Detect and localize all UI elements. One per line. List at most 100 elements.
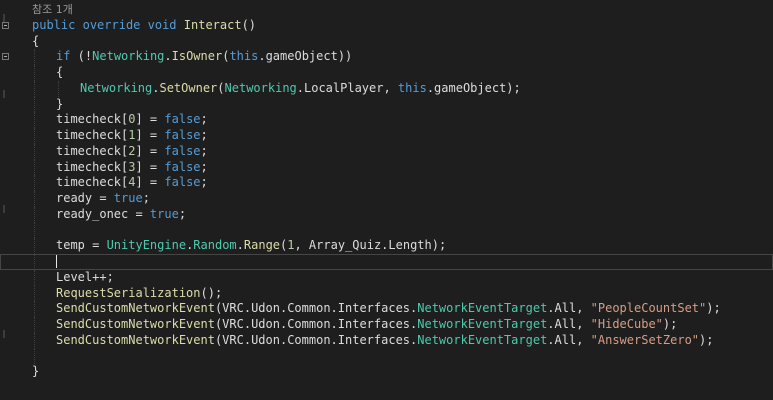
code-token: .gameObject);: [426, 80, 521, 95]
code-line[interactable]: public override void Interact(): [0, 18, 773, 34]
code-line[interactable]: [0, 222, 773, 239]
code-token: .All,: [547, 301, 591, 316]
code-line[interactable]: RequestSerialization();: [0, 285, 773, 302]
code-token: "AnswerSetZero": [590, 332, 700, 347]
code-line[interactable]: [0, 348, 773, 365]
code-line-current[interactable]: [0, 254, 773, 270]
code-line[interactable]: }: [0, 364, 773, 380]
code-token: timecheck[: [56, 175, 129, 190]
code-line[interactable]: timecheck[2] = false;: [0, 143, 773, 160]
code-line-text: if (!Networking.IsOwner(this.gameObject)…: [56, 49, 352, 65]
code-line-text: timecheck[0] = false;: [56, 112, 208, 128]
code-token: RequestSerialization: [56, 285, 201, 300]
code-token: this: [397, 80, 427, 95]
code-token: ready_onec =: [56, 206, 150, 221]
code-line-text: timecheck[3] = false;: [56, 160, 208, 176]
indent-guide: [34, 128, 35, 144]
code-token: (VRC.Udon.Common.Interfaces.: [214, 332, 418, 347]
indent-guide: [34, 49, 35, 65]
code-token: .: [164, 49, 172, 64]
indent-guide: [34, 96, 35, 113]
code-token: UnityEngine: [106, 238, 187, 253]
code-token: void: [147, 17, 177, 32]
codelens-reference-count[interactable]: 참조 1개: [32, 2, 73, 18]
indent-guide: [34, 175, 35, 191]
code-line[interactable]: SendCustomNetworkEvent(VRC.Udon.Common.I…: [0, 317, 773, 333]
code-line-text: SendCustomNetworkEvent(VRC.Udon.Common.I…: [56, 301, 721, 317]
code-token: SendCustomNetworkEvent: [56, 317, 215, 331]
indent-guide: [34, 65, 35, 81]
code-line[interactable]: SendCustomNetworkEvent(VRC.Udon.Common.I…: [0, 301, 773, 317]
code-token: timecheck[: [56, 159, 129, 174]
code-line[interactable]: ready = true;: [0, 191, 773, 207]
code-line-text: public override void Interact(): [32, 18, 256, 34]
code-token: (VRC.Udon.Common.Interfaces.: [214, 317, 418, 331]
code-line[interactable]: Level++;: [0, 269, 773, 286]
code-token: }: [32, 364, 40, 379]
indent-guide: [34, 80, 35, 97]
code-token: false: [164, 159, 201, 174]
code-token: "HideCube": [590, 317, 663, 331]
code-line-text: RequestSerialization();: [56, 286, 222, 302]
code-line[interactable]: {: [0, 65, 773, 81]
code-line-text: Networking.SetOwner(Networking.LocalPlay…: [80, 81, 521, 97]
code-line[interactable]: temp = UnityEngine.Random.Range(1, Array…: [0, 238, 773, 254]
code-token: ();: [200, 285, 223, 300]
code-token: (): [241, 17, 257, 32]
indent-guide: [34, 301, 35, 317]
code-line[interactable]: {: [0, 34, 773, 50]
code-token: .All,: [547, 332, 591, 347]
indent-guide: [58, 80, 59, 97]
code-token: Networking: [80, 80, 153, 95]
indent-guide: [34, 254, 35, 270]
code-token: ;: [200, 143, 208, 158]
code-token: ] =: [135, 128, 165, 142]
code-line[interactable]: ready_onec = true;: [0, 206, 773, 223]
code-token: override: [82, 17, 141, 32]
code-token: SendCustomNetworkEvent: [56, 332, 215, 347]
code-token: ;: [200, 128, 208, 142]
code-token: ;: [200, 159, 208, 174]
code-line[interactable]: if (!Networking.IsOwner(this.gameObject)…: [0, 49, 773, 65]
code-line-text: temp = UnityEngine.Random.Range(1, Array…: [56, 238, 446, 254]
code-line-text: {: [56, 65, 63, 81]
code-token: NetworkEventTarget: [417, 332, 548, 347]
indent-guide: [34, 143, 35, 160]
code-line-text: timecheck[2] = false;: [56, 144, 208, 160]
code-token: ;: [200, 112, 208, 127]
fold-collapse-icon[interactable]: [2, 21, 9, 29]
code-line[interactable]: Networking.SetOwner(Networking.LocalPlay…: [0, 80, 773, 97]
code-area[interactable]: 참조 1개 public override void Interact(){if…: [0, 2, 773, 380]
code-token: );: [662, 317, 678, 331]
code-line-text: SendCustomNetworkEvent(VRC.Udon.Common.I…: [56, 317, 677, 333]
code-line[interactable]: }: [0, 96, 773, 113]
code-line-text: timecheck[4] = false;: [56, 175, 208, 191]
indent-guide: [34, 285, 35, 302]
text-caret: [56, 255, 57, 268]
code-token: {: [56, 65, 64, 79]
indent-guide: [34, 238, 35, 254]
code-line[interactable]: timecheck[3] = false;: [0, 159, 773, 176]
code-line[interactable]: SendCustomNetworkEvent(VRC.Udon.Common.I…: [0, 332, 773, 349]
code-line-text: {: [32, 34, 39, 50]
code-token: SendCustomNetworkEvent: [56, 301, 215, 316]
code-token: .: [236, 238, 244, 253]
fold-collapse-icon[interactable]: [2, 53, 9, 61]
code-token: ready =: [56, 191, 114, 205]
code-token: false: [164, 128, 201, 142]
code-editor[interactable]: 참조 1개 public override void Interact(){if…: [0, 0, 773, 400]
code-line[interactable]: timecheck[0] = false;: [0, 112, 773, 128]
code-token: (VRC.Udon.Common.Interfaces.: [214, 301, 418, 316]
code-line-text: ready_onec = true;: [56, 207, 186, 223]
code-token: true: [149, 206, 179, 221]
code-token: ;: [178, 206, 187, 221]
code-token: this: [229, 49, 259, 64]
code-line[interactable]: timecheck[1] = false;: [0, 128, 773, 144]
indent-guide: [34, 206, 35, 223]
indent-guide: [34, 222, 35, 239]
code-line[interactable]: timecheck[4] = false;: [0, 175, 773, 191]
code-line-text: Level++;: [56, 270, 114, 286]
code-token: SetOwner: [159, 80, 218, 95]
